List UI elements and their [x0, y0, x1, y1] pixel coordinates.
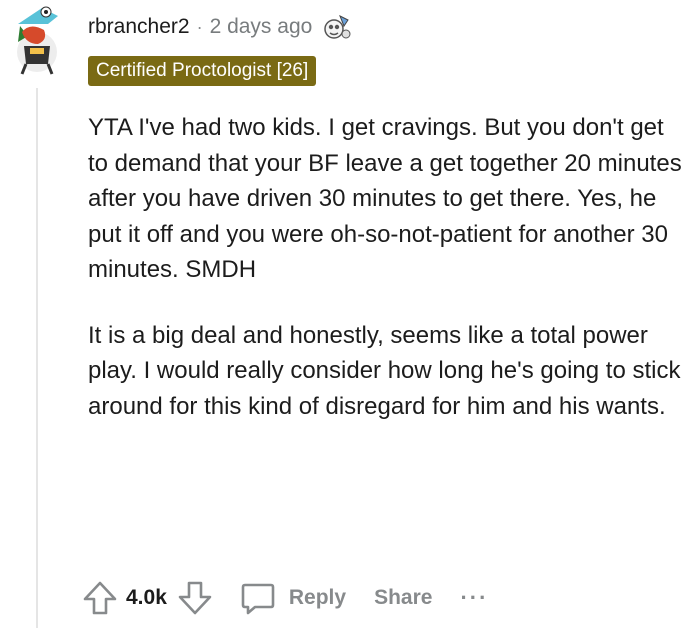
timestamp[interactable]: 2 days ago — [210, 13, 313, 41]
upvote-arrow-icon[interactable] — [80, 578, 120, 618]
downvote-arrow-icon[interactable] — [175, 578, 215, 618]
user-avatar[interactable] — [8, 2, 66, 76]
comment-paragraph: YTA I've had two kids. I get cravings. B… — [88, 114, 682, 283]
comment-body: YTA I've had two kids. I get cravings. B… — [88, 110, 688, 454]
vote-count: 4.0k — [126, 586, 167, 609]
comment-paragraph: It is a big deal and honestly, seems lik… — [88, 321, 681, 420]
reply-button[interactable]: Reply — [239, 579, 346, 617]
comment-header: rbrancher2 · 2 days ago — [88, 12, 352, 42]
thread-line[interactable] — [36, 88, 38, 628]
user-flair: Certified Proctologist [26] — [88, 56, 317, 86]
speech-bubble-icon — [241, 583, 275, 615]
share-button[interactable]: Share — [374, 586, 432, 610]
reply-label: Reply — [288, 586, 347, 609]
award-badge-icon[interactable] — [322, 12, 352, 42]
meta-separator: · — [196, 17, 203, 37]
comment-actions: 4.0k Reply Share ··· — [80, 576, 488, 620]
username-link[interactable]: rbrancher2 — [88, 13, 190, 41]
ellipsis-icon[interactable]: ··· — [460, 585, 488, 611]
